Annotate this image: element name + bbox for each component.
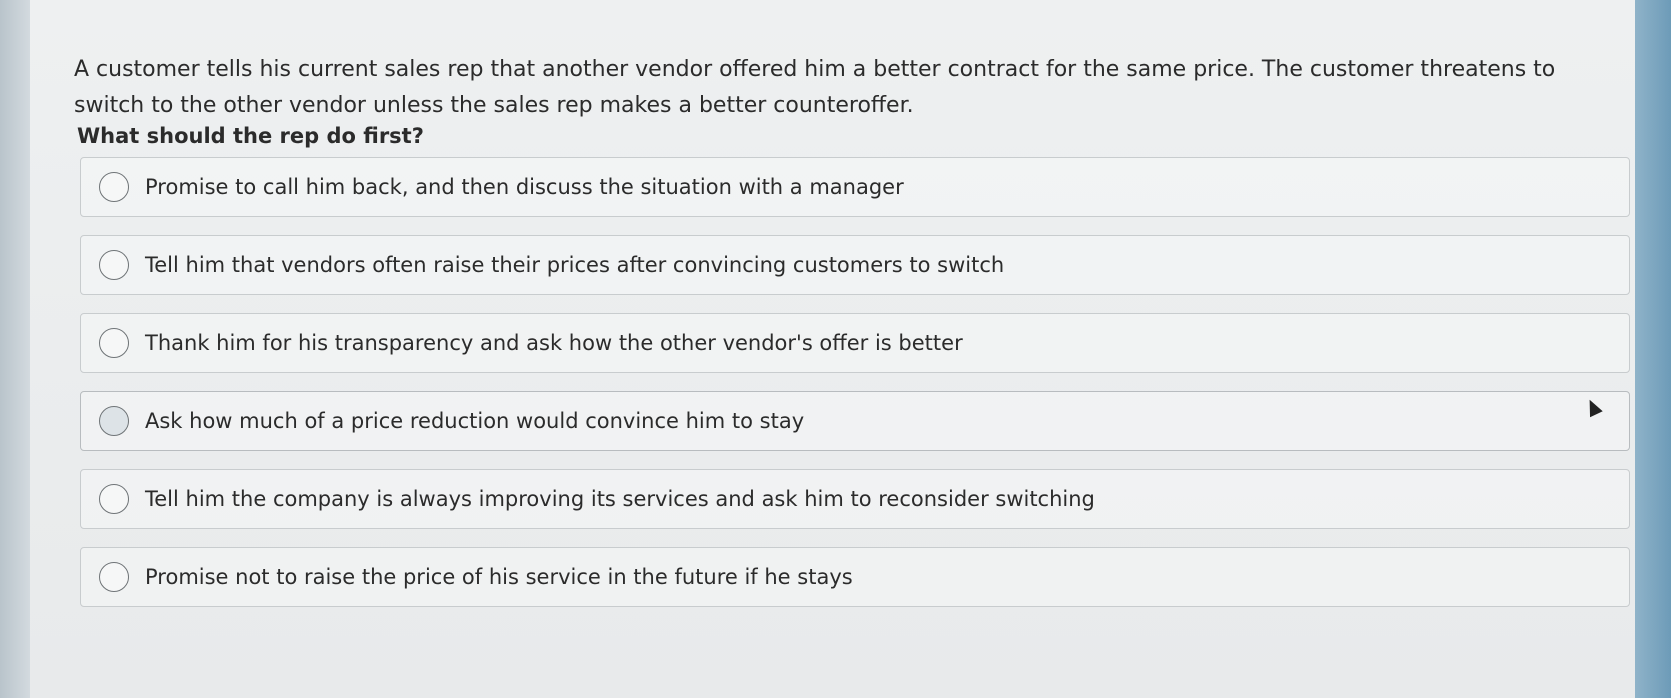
radio-button[interactable] — [99, 484, 129, 514]
radio-button[interactable] — [99, 328, 129, 358]
question-prompt: What should the rep do first? — [77, 124, 424, 148]
answer-option-5[interactable]: Tell him the company is always improving… — [80, 469, 1630, 529]
answer-option-label: Tell him that vendors often raise their … — [145, 253, 1005, 277]
answer-option-2[interactable]: Tell him that vendors often raise their … — [80, 235, 1630, 295]
question-panel: A customer tells his current sales rep t… — [30, 0, 1635, 698]
answer-option-6[interactable]: Promise not to raise the price of his se… — [80, 547, 1630, 607]
radio-button[interactable] — [99, 250, 129, 280]
answer-option-1[interactable]: Promise to call him back, and then discu… — [80, 157, 1630, 217]
answer-option-label: Thank him for his transparency and ask h… — [145, 331, 963, 355]
answer-option-label: Ask how much of a price reduction would … — [145, 409, 805, 433]
answer-option-4[interactable]: Ask how much of a price reduction would … — [80, 391, 1630, 451]
screen-bezel-right — [1635, 0, 1671, 698]
question-text: A customer tells his current sales rep t… — [74, 57, 1556, 118]
answer-option-label: Promise to call him back, and then discu… — [145, 175, 904, 199]
answer-option-3[interactable]: Thank him for his transparency and ask h… — [80, 313, 1630, 373]
answer-option-label: Tell him the company is always improving… — [145, 487, 1095, 511]
radio-button[interactable] — [99, 172, 129, 202]
radio-button[interactable] — [99, 406, 129, 436]
answer-options: Promise to call him back, and then discu… — [80, 157, 1630, 625]
radio-button[interactable] — [99, 562, 129, 592]
screen-bezel-left — [0, 0, 30, 698]
answer-option-label: Promise not to raise the price of his se… — [145, 565, 853, 589]
